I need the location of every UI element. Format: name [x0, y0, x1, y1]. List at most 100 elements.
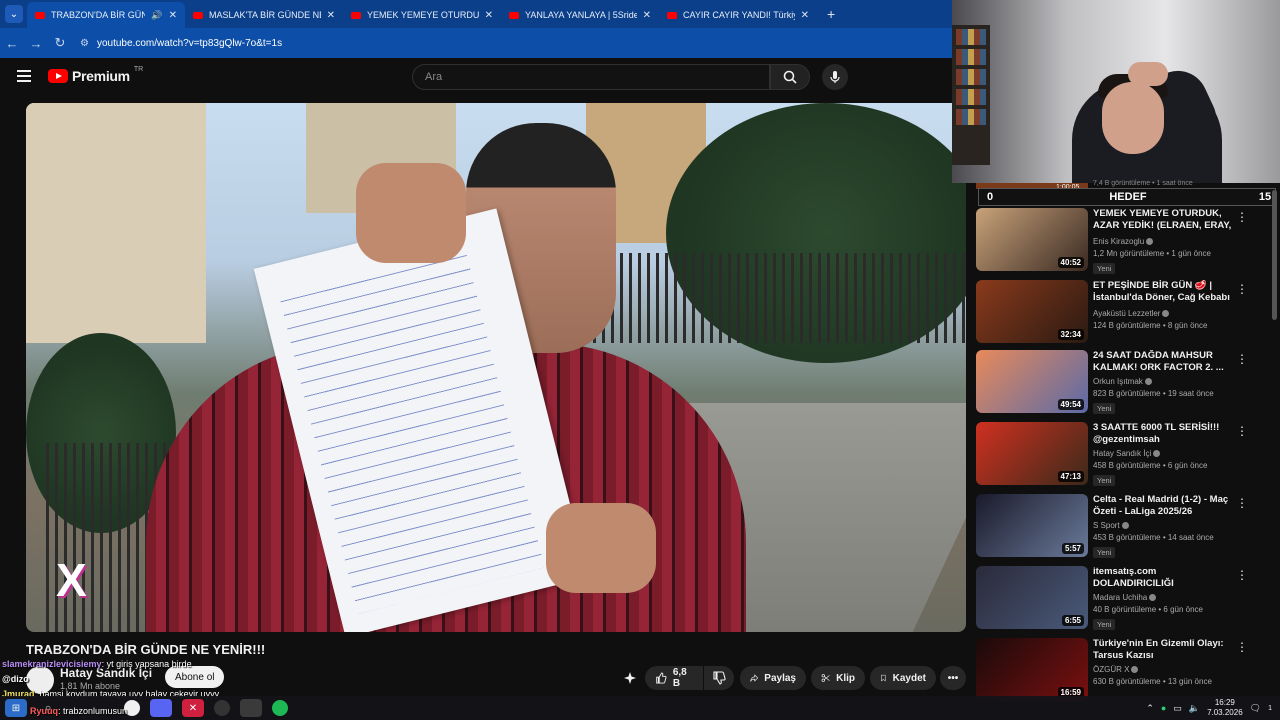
tab-5[interactable]: CAYIR CAYIR YANDI! Türkiye'de ✕	[659, 2, 817, 28]
more-options-icon[interactable]: ⋮	[1236, 640, 1248, 654]
search-button[interactable]	[770, 64, 810, 90]
verified-icon	[1153, 450, 1161, 458]
webcam-person-face	[1102, 82, 1164, 154]
clip-button[interactable]: Klip	[811, 666, 865, 690]
more-options-icon[interactable]: ⋮	[1236, 210, 1248, 224]
notification-icon[interactable]: 🗨	[1250, 703, 1261, 714]
more-options-icon[interactable]: ⋮	[1236, 424, 1248, 438]
video-scene-railing	[566, 253, 966, 343]
forward-icon[interactable]: →	[24, 36, 48, 51]
duration-badge: 40:52	[1057, 257, 1084, 268]
video-player[interactable]: X	[26, 103, 966, 632]
recommendation-title[interactable]: YEMEK YEMEYE OTURDUK, AZAR YEDİK! (ELRAE…	[1093, 208, 1233, 234]
like-button[interactable]: 6,8 B	[645, 666, 703, 690]
start-icon[interactable]: ⊞	[5, 699, 27, 717]
clock[interactable]: 16:29 7.03.2026	[1207, 698, 1243, 718]
chat-text: : yt giriş yapsana birde	[101, 659, 192, 669]
recommendation-item[interactable]: 5:57 Celta - Real Madrid (1-2) - Maç Özet…	[976, 494, 1266, 560]
thumbs-up-icon	[656, 672, 667, 684]
new-badge: Yeni	[1093, 403, 1116, 414]
goal-current: 0	[986, 191, 994, 203]
recommendation-title[interactable]: 24 SAAT DAĞDA MAHSUR KALMAK! ORK FACTOR …	[1093, 350, 1233, 374]
tray-volume-icon[interactable]: 🔈	[1189, 703, 1200, 714]
recommendation-thumbnail[interactable]: 16:59	[976, 638, 1088, 701]
close-tab-icon[interactable]: ✕	[169, 10, 177, 21]
close-tab-icon[interactable]: ✕	[801, 10, 809, 21]
like-count: 6,8 B	[672, 667, 687, 689]
recommendation-item[interactable]: 40:52 YEMEK YEMEYE OTURDUK, AZAR YEDİK! (…	[976, 208, 1266, 274]
voice-search-button[interactable]	[822, 64, 848, 90]
more-actions-button[interactable]: •••	[940, 666, 966, 690]
recommendation-meta: Celta - Real Madrid (1-2) - Maç Özeti - …	[1093, 494, 1233, 560]
clock-time: 16:29	[1214, 698, 1235, 707]
recommendation-title[interactable]: 3 SAATTE 6000 TL SERİSİ!!! @gezentimsah	[1093, 422, 1233, 446]
recommendation-item[interactable]: 16:59 Türkiye'nin En Gizemli Olayı: Tarsu…	[976, 638, 1266, 704]
share-button[interactable]: Paylaş	[740, 666, 806, 690]
chrome-active-app-icon[interactable]	[240, 699, 262, 717]
speaker-icon[interactable]: 🔊	[151, 10, 162, 21]
dislike-button[interactable]	[704, 666, 734, 690]
close-tab-icon[interactable]: ✕	[643, 10, 651, 21]
recommendation-thumbnail[interactable]: 5:57	[976, 494, 1088, 557]
recommendation-title[interactable]: ET PEŞİNDE BİR GÜN 🥩 | İstanbul'da Döner…	[1093, 280, 1233, 306]
recommendation-item[interactable]: 32:34 ET PEŞİNDE BİR GÜN 🥩 | İstanbul'da …	[976, 280, 1266, 346]
spotify-app-icon[interactable]	[272, 700, 288, 716]
more-options-icon[interactable]: ⋮	[1236, 496, 1248, 510]
save-button[interactable]: Kaydet	[870, 666, 936, 690]
site-info-icon[interactable]: ⚙	[80, 38, 89, 49]
tray-network-icon[interactable]: ▭	[1173, 703, 1182, 714]
recommendation-item[interactable]: 6:55 itemsatış.com DOLANDIRICILIĞI Madara …	[976, 566, 1266, 632]
x-app-icon[interactable]: ✕	[182, 699, 204, 717]
new-tab-button[interactable]: +	[827, 6, 835, 22]
tab-search-icon[interactable]: ⌄	[5, 5, 23, 23]
channel-name-text: Orkun Işıtmak	[1093, 377, 1143, 386]
youtube-logo[interactable]: Premium TR	[48, 66, 143, 84]
discord-app-icon[interactable]	[150, 699, 172, 717]
sidebar-scrollbar[interactable]	[1272, 190, 1277, 320]
more-options-icon[interactable]: ⋮	[1236, 568, 1248, 582]
recommendation-thumbnail[interactable]: 49:54	[976, 350, 1088, 413]
subscribe-button[interactable]: Abone ol	[165, 666, 225, 688]
search-icon	[783, 70, 797, 84]
tab-title: YANLAYA YANLAYA | 5Sriders | M	[525, 10, 637, 20]
video-title: TRABZON'DA BİR GÜNDE NE YENİR!!!	[26, 642, 266, 657]
url-field[interactable]: ⚙ youtube.com/watch?v=tp83gQlw-7o&t=1s	[80, 32, 952, 54]
youtube-header: Premium TR Ara	[0, 58, 952, 98]
back-icon[interactable]: ←	[0, 36, 24, 51]
verified-icon	[1162, 310, 1170, 318]
tab-2[interactable]: MASLAK'TA BİR GÜNDE NE YE ✕	[185, 2, 343, 28]
more-options-icon[interactable]: ⋮	[1236, 352, 1248, 366]
tab-4[interactable]: YANLAYA YANLAYA | 5Sriders | M ✕	[501, 2, 659, 28]
thumbs-down-icon	[713, 671, 726, 685]
tab-1[interactable]: TRABZON'DA BİR GÜNDE NE 🔊 ✕	[27, 2, 185, 28]
recommendation-channel: S Sport	[1093, 521, 1233, 530]
reload-icon[interactable]: ↻	[48, 35, 72, 51]
close-tab-icon[interactable]: ✕	[485, 10, 493, 21]
recommendation-thumbnail[interactable]: 32:34	[976, 280, 1088, 343]
recommendation-item[interactable]: 49:54 24 SAAT DAĞDA MAHSUR KALMAK! ORK FA…	[976, 350, 1266, 416]
recommendation-channel: ÖZGÜR X	[1093, 665, 1233, 674]
tray-app-icon[interactable]: ●	[1161, 703, 1166, 713]
recommendation-thumbnail[interactable]: 6:55	[976, 566, 1088, 629]
new-badge: Yeni	[1093, 263, 1116, 274]
recommendation-channel: Hatay Sandık İçi	[1093, 449, 1233, 458]
new-badge: Yeni	[1093, 547, 1116, 558]
obs-app-icon[interactable]	[214, 700, 230, 716]
search-input[interactable]: Ara	[412, 64, 770, 90]
recommendation-thumbnail[interactable]: 40:52	[976, 208, 1088, 271]
youtube-play-icon	[48, 69, 68, 83]
sponsor-button[interactable]	[616, 666, 644, 690]
recommendation-item[interactable]: 47:13 3 SAATTE 6000 TL SERİSİ!!! @gezenti…	[976, 422, 1266, 488]
close-tab-icon[interactable]: ✕	[327, 10, 335, 21]
recommendation-title[interactable]: Türkiye'nin En Gizemli Olayı: Tarsus Kaz…	[1093, 638, 1233, 662]
new-badge: Yeni	[1093, 475, 1116, 486]
microphone-icon	[830, 71, 840, 83]
recommendation-thumbnail[interactable]: 47:13	[976, 422, 1088, 485]
menu-icon[interactable]	[17, 70, 31, 82]
recommendation-title[interactable]: itemsatış.com DOLANDIRICILIĞI	[1093, 566, 1233, 590]
more-options-icon[interactable]: ⋮	[1236, 282, 1248, 296]
tray-chevron-icon[interactable]: ⌃	[1146, 703, 1154, 714]
recommendation-meta: ET PEŞİNDE BİR GÜN 🥩 | İstanbul'da Döner…	[1093, 280, 1233, 330]
recommendation-title[interactable]: Celta - Real Madrid (1-2) - Maç Özeti - …	[1093, 494, 1233, 518]
tab-3[interactable]: YEMEK YEMEYE OTURDUK, AZA ✕	[343, 2, 501, 28]
